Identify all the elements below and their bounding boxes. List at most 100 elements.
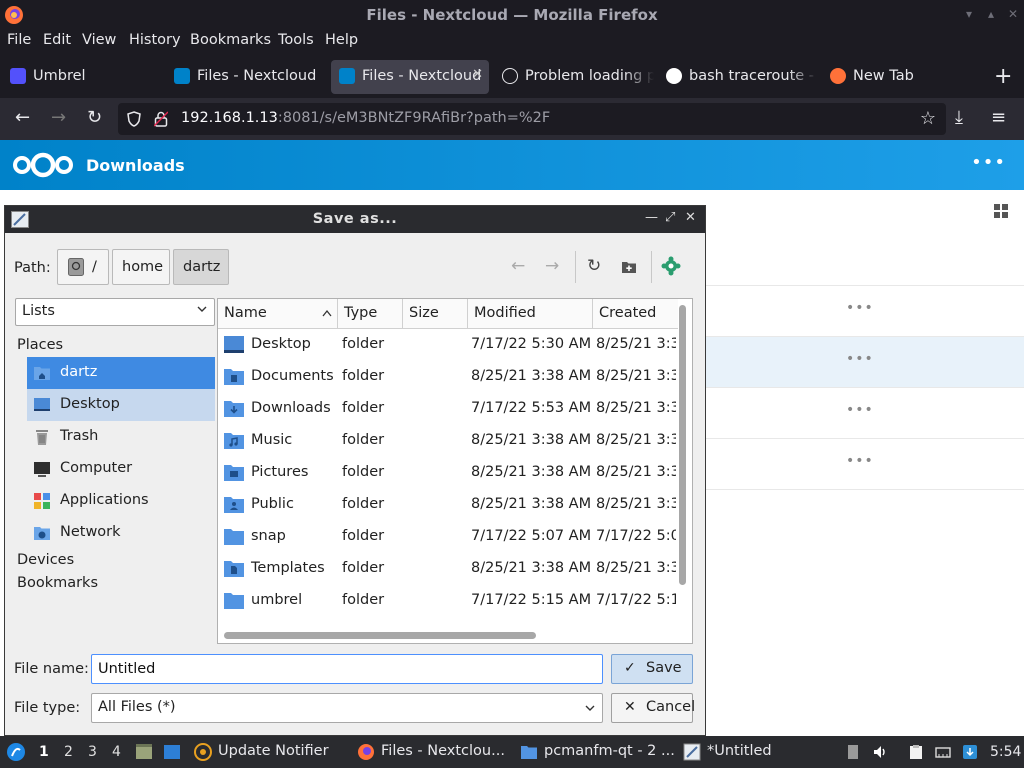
file-list[interactable]: Name Type Size Modified Created Desktop …: [217, 298, 693, 644]
menu-history[interactable]: History: [129, 32, 181, 48]
hamburger-menu-icon[interactable]: ≡: [991, 108, 1006, 128]
nc-file-row[interactable]: •••: [706, 439, 1024, 490]
save-button[interactable]: ✓ Save: [611, 654, 693, 684]
nc-file-row[interactable]: •••: [706, 286, 1024, 337]
menu-tools[interactable]: Tools: [278, 32, 314, 48]
place-dartz[interactable]: dartz: [27, 357, 215, 389]
battery-icon[interactable]: [845, 744, 861, 760]
menu-help[interactable]: Help: [325, 32, 358, 48]
horizontal-scrollbar[interactable]: [224, 632, 536, 639]
place-desktop[interactable]: Desktop: [27, 389, 215, 421]
tab-nextcloud-1[interactable]: Files - Nextcloud: [166, 60, 326, 94]
place-trash[interactable]: Trash: [27, 421, 215, 453]
menu-file[interactable]: File: [7, 32, 31, 48]
file-name-input[interactable]: [91, 654, 603, 684]
nc-file-row[interactable]: •••: [706, 337, 1024, 388]
file-row[interactable]: umbrel folder 7/17/22 5:15 AM 7/17/22 5:…: [218, 585, 676, 617]
file-row[interactable]: snap folder 7/17/22 5:07 AM 7/17/22 5:0: [218, 521, 676, 553]
minimize-icon[interactable]: ▾: [962, 7, 976, 21]
path-home-button[interactable]: home: [112, 249, 170, 285]
column-header-name[interactable]: Name: [218, 299, 338, 329]
start-menu-icon[interactable]: [6, 742, 26, 762]
file-row[interactable]: Desktop folder 7/17/22 5:30 AM 8/25/21 3…: [218, 329, 676, 361]
back-icon[interactable]: ←: [511, 256, 525, 276]
file-row[interactable]: Templates folder 8/25/21 3:38 AM 8/25/21…: [218, 553, 676, 585]
workspace-2[interactable]: 2: [64, 744, 73, 760]
tab-label: Umbrel: [33, 68, 86, 84]
path-label: Path:: [14, 260, 51, 276]
column-header-modified[interactable]: Modified: [468, 299, 593, 329]
dialog-close-icon[interactable]: ✕: [685, 210, 696, 225]
downloads-icon[interactable]: ⤓: [955, 108, 963, 128]
file-row[interactable]: Public folder 8/25/21 3:38 AM 8/25/21 3:…: [218, 489, 676, 521]
nc-file-row[interactable]: •••: [706, 388, 1024, 439]
show-desktop-icon[interactable]: [163, 743, 181, 761]
place-computer[interactable]: Computer: [27, 453, 215, 485]
path-dartz-button[interactable]: dartz: [173, 249, 229, 285]
vertical-scrollbar[interactable]: [679, 305, 686, 585]
row-more-icon[interactable]: •••: [846, 402, 874, 418]
reload-icon[interactable]: ↻: [87, 108, 102, 128]
row-more-icon[interactable]: •••: [846, 351, 874, 367]
workspace-1[interactable]: 1: [39, 744, 49, 760]
file-row[interactable]: Documents folder 8/25/21 3:38 AM 8/25/21…: [218, 361, 676, 393]
nextcloud-logo-icon[interactable]: [12, 151, 74, 179]
url-bar[interactable]: 192.168.1.13:8081/s/eM3BNtZF9RAfiBr?path…: [118, 103, 946, 135]
row-more-icon[interactable]: •••: [846, 300, 874, 316]
back-arrow-icon[interactable]: ←: [15, 108, 30, 128]
tab-nextcloud-active[interactable]: Files - Nextcloud ✕: [331, 60, 489, 94]
dialog-minimize-icon[interactable]: —: [645, 210, 658, 225]
grid-view-icon[interactable]: [994, 204, 1008, 218]
row-more-icon[interactable]: •••: [846, 453, 874, 469]
clock[interactable]: 5:54: [990, 744, 1021, 760]
place-network[interactable]: Network: [27, 517, 215, 549]
clipboard-icon[interactable]: [908, 744, 924, 760]
side-pane-mode-select[interactable]: Lists: [15, 298, 215, 326]
network-status-icon[interactable]: [935, 744, 951, 760]
view-options-icon[interactable]: [661, 256, 681, 276]
update-available-icon[interactable]: [962, 744, 978, 760]
insecure-lock-icon[interactable]: [154, 111, 168, 127]
header-more-icon[interactable]: •••: [971, 152, 1006, 173]
column-header-type[interactable]: Type: [338, 299, 403, 329]
dialog-maximize-icon[interactable]: ⤢: [665, 210, 675, 225]
tab-close-icon[interactable]: ✕: [472, 67, 483, 82]
devices-header[interactable]: Devices: [17, 552, 74, 568]
column-header-size[interactable]: Size: [403, 299, 468, 329]
volume-icon[interactable]: [872, 744, 888, 760]
bookmarks-header[interactable]: Bookmarks: [17, 575, 98, 591]
file-manager-launcher-icon[interactable]: [135, 743, 153, 761]
workspace-4[interactable]: 4: [112, 744, 121, 760]
refresh-icon[interactable]: ↻: [587, 256, 601, 276]
cancel-button[interactable]: ✕ Cancel: [611, 693, 696, 723]
file-name: umbrel: [251, 592, 303, 608]
tab-new-tab[interactable]: New Tab: [822, 60, 972, 94]
menu-bookmarks[interactable]: Bookmarks: [190, 32, 271, 48]
column-header-created[interactable]: Created: [593, 299, 678, 329]
task-label: *Untitled: [707, 743, 772, 759]
new-folder-icon[interactable]: [621, 260, 637, 274]
file-row[interactable]: Downloads folder 7/17/22 5:53 AM 8/25/21…: [218, 393, 676, 425]
tab-umbrel[interactable]: Umbrel: [2, 60, 162, 94]
forward-arrow-icon[interactable]: →: [51, 108, 66, 128]
bookmark-star-icon[interactable]: ☆: [920, 108, 936, 129]
menu-edit[interactable]: Edit: [43, 32, 71, 48]
nextcloud-favicon-icon: [339, 68, 355, 84]
file-row[interactable]: Pictures folder 8/25/21 3:38 AM 8/25/21 …: [218, 457, 676, 489]
tab-bash-traceroute[interactable]: bash traceroute -: [658, 60, 818, 94]
path-root-button[interactable]: /: [57, 249, 109, 285]
new-tab-plus-icon[interactable]: +: [994, 64, 1012, 89]
menu-view[interactable]: View: [82, 32, 116, 48]
forward-icon[interactable]: →: [545, 256, 559, 276]
tab-problem-loading[interactable]: Problem loading p: [494, 60, 654, 94]
workspace-3[interactable]: 3: [88, 744, 97, 760]
column-label: Modified: [474, 305, 536, 321]
shield-icon[interactable]: [126, 111, 142, 127]
file-type-select[interactable]: All Files (*): [91, 693, 603, 723]
cancel-button-label: Cancel: [646, 699, 696, 715]
close-icon[interactable]: ✕: [1006, 7, 1020, 21]
place-applications[interactable]: Applications: [27, 485, 215, 517]
maximize-icon[interactable]: ▴: [984, 7, 998, 21]
file-name: Templates: [251, 560, 325, 576]
file-row[interactable]: Music folder 8/25/21 3:38 AM 8/25/21 3:3: [218, 425, 676, 457]
